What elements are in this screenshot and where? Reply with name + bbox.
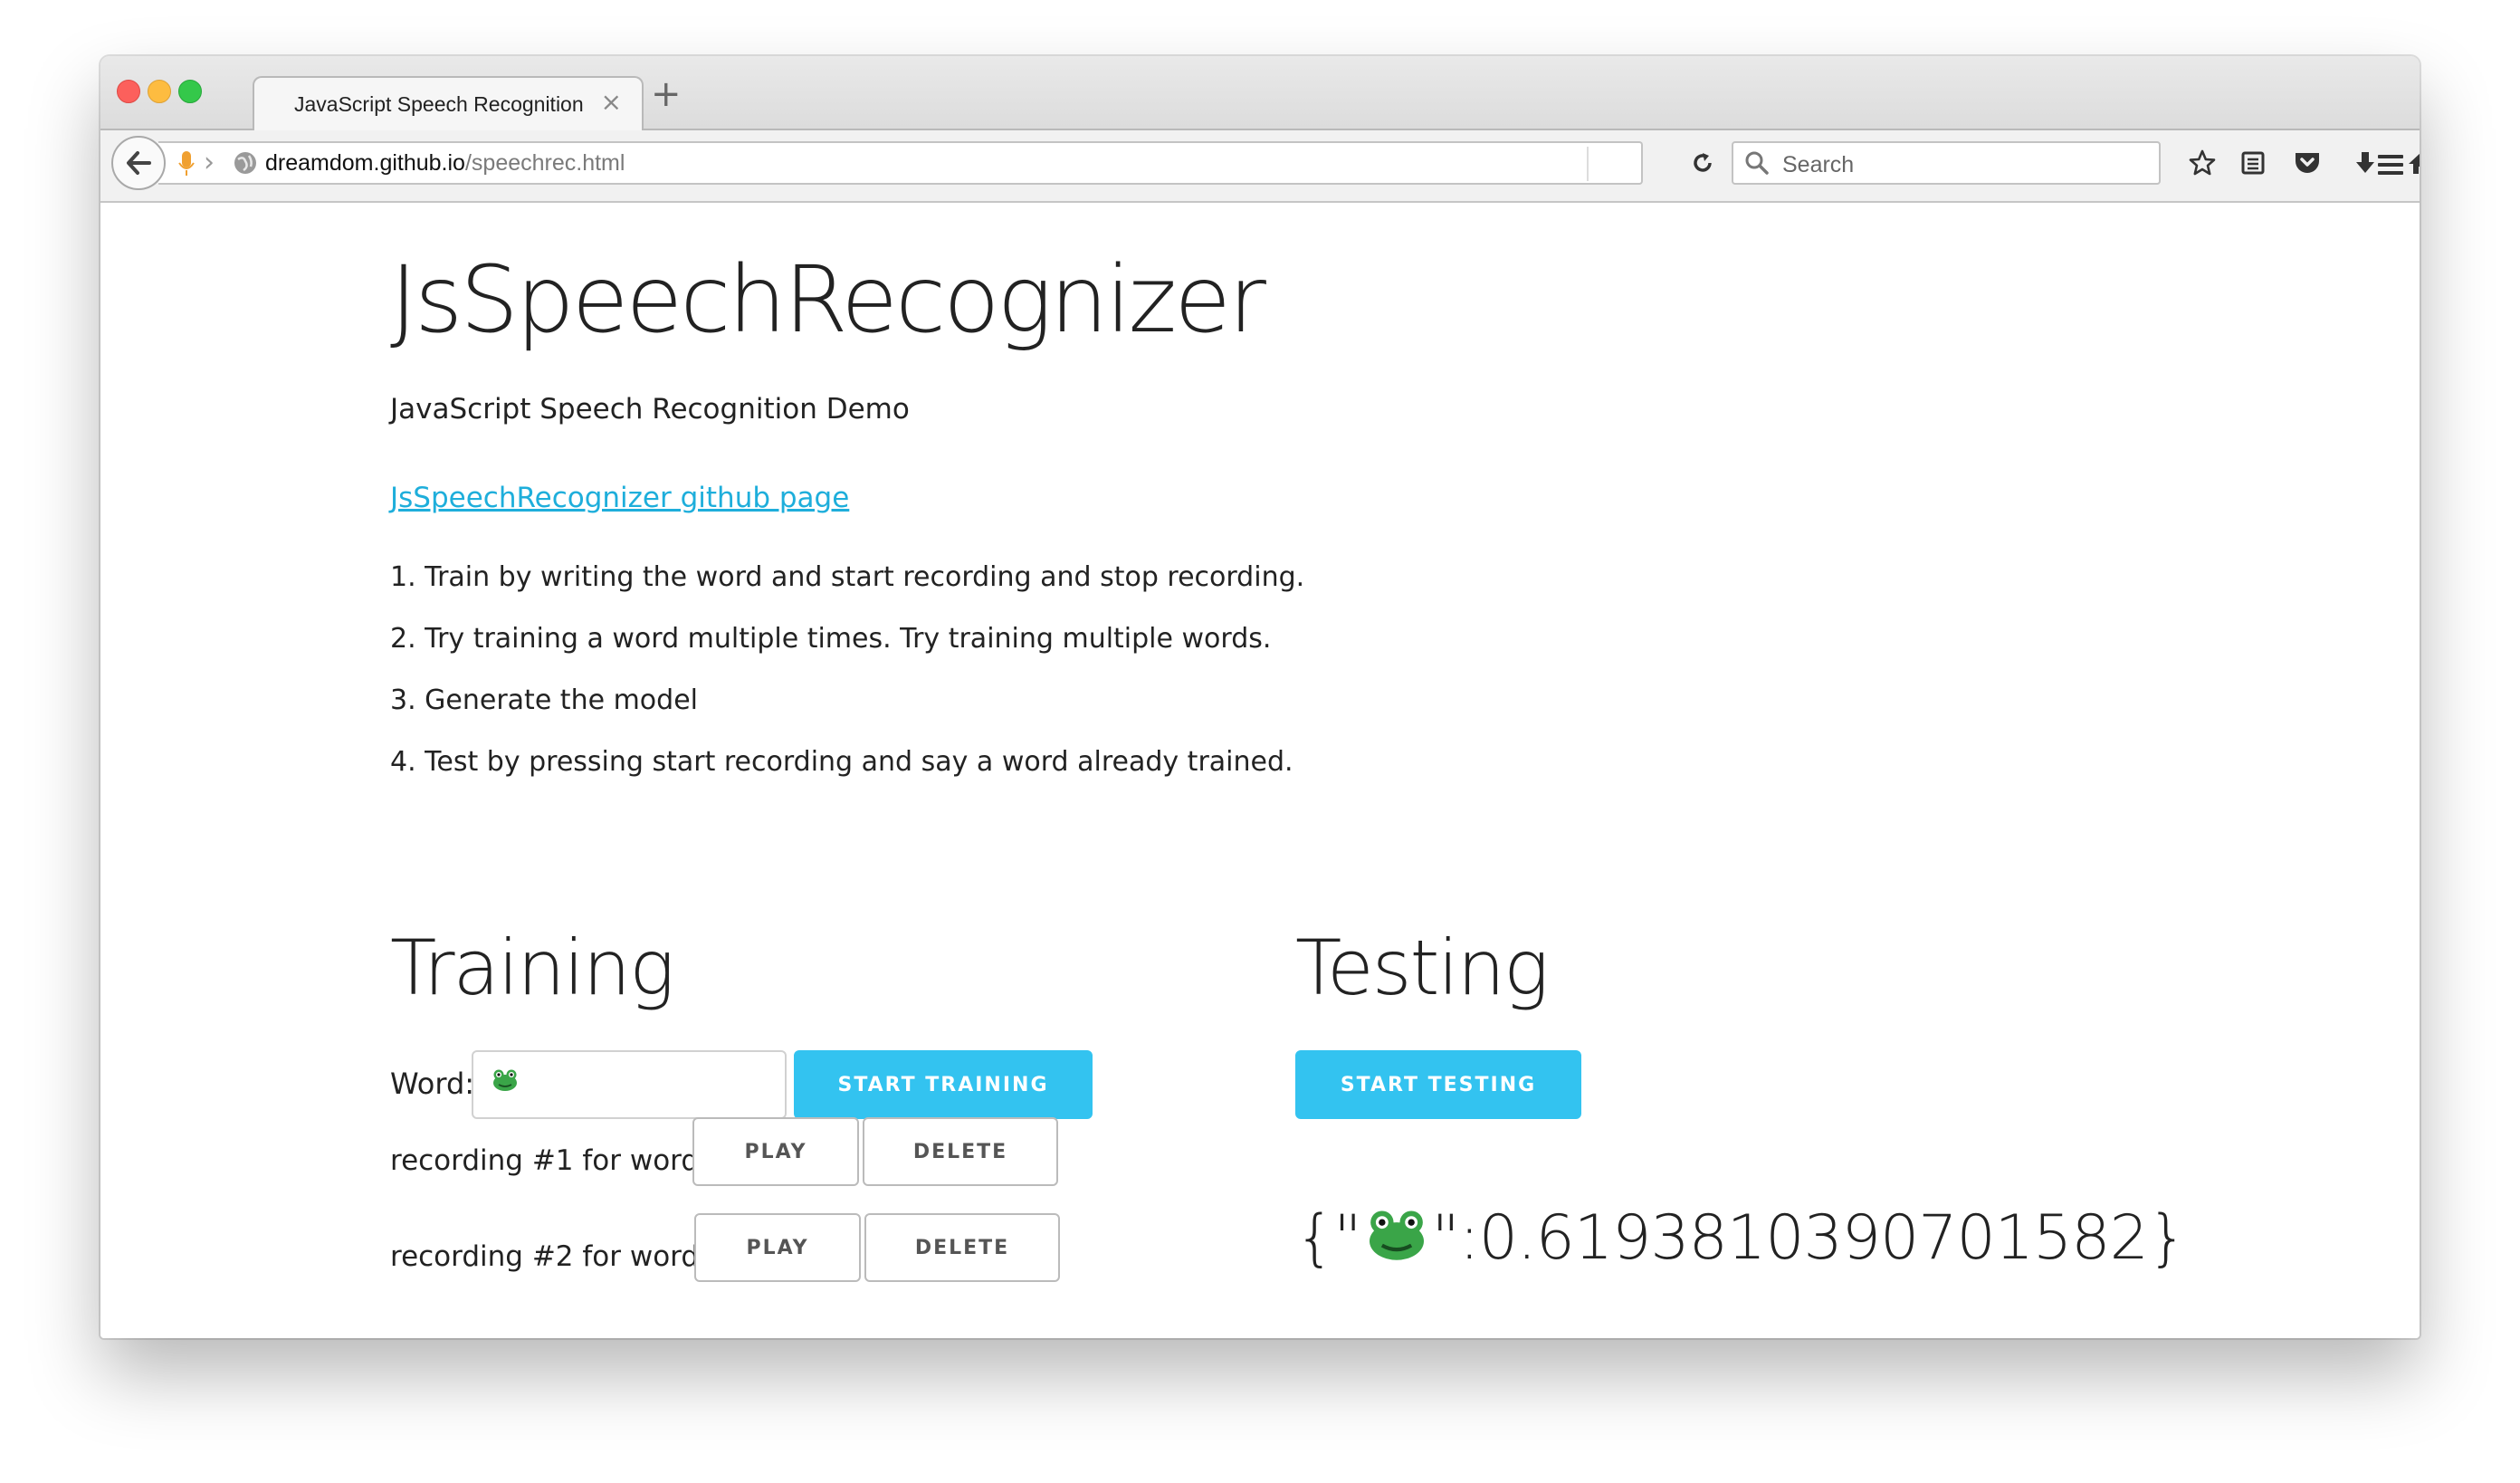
star-icon[interactable] [2184,145,2220,181]
training-heading: Training [390,923,675,1012]
tab-strip: JavaScript Speech Recognition × + [100,56,2420,132]
arrow-left-icon [127,151,151,175]
frog-icon [1365,1206,1428,1277]
globe-icon[interactable] [233,150,258,179]
new-tab-button[interactable]: + [651,76,682,112]
word-input[interactable] [472,1050,787,1119]
page-content: JsSpeechRecognizer JavaScript Speech Rec… [100,203,2420,1338]
page-title: JsSpeechRecognizer [390,246,1266,354]
close-window-button[interactable] [117,80,140,103]
browser-window: JavaScript Speech Recognition × + › drea… [100,56,2420,1338]
result-prefix: {" [1295,1202,1362,1274]
result-suffix: ":0.6193810390701582} [1431,1202,2188,1274]
recording-2-text: recording #2 for word [390,1240,700,1273]
url-path: /speechrec.html [464,150,625,176]
delete-recording-2-button[interactable]: DELETE [864,1213,1060,1282]
pocket-icon[interactable] [2289,145,2325,181]
test-result: {" ":0.6193810390701582} [1295,1202,2188,1277]
url-domain: dreamdom.github.io [265,150,465,176]
instruction-step-4: 4. Test by pressing start recording and … [390,746,1293,778]
github-link[interactable]: JsSpeechRecognizer github page [390,482,849,514]
instruction-step-2: 2. Try training a word multiple times. T… [390,623,1272,655]
word-label: Word: [390,1067,475,1101]
microphone-icon[interactable] [178,150,195,181]
search-icon [1744,150,1770,179]
search-input[interactable]: Search [1732,141,2161,185]
navigation-bar: › dreamdom.github.io/speechrec.html Sear… [100,130,2420,203]
reload-icon[interactable] [1685,145,1721,181]
recording-1-label: recording #1 for word [390,1144,733,1177]
recording-1-text: recording #1 for word [390,1144,700,1177]
tab-title: JavaScript Speech Recognition [294,92,584,116]
instruction-step-1: 1. Train by writing the word and start r… [390,561,1305,593]
page-subtitle: JavaScript Speech Recognition Demo [390,393,910,426]
back-button[interactable] [111,136,166,190]
url-divider [1587,147,1589,181]
zoom-window-button[interactable] [178,80,202,103]
tab-active[interactable]: JavaScript Speech Recognition × [253,76,644,132]
play-recording-1-button[interactable]: PLAY [692,1117,859,1186]
start-testing-button[interactable]: START TESTING [1295,1050,1581,1119]
menu-icon[interactable] [2372,147,2409,183]
frog-icon [492,1068,519,1096]
testing-heading: Testing [1295,923,1549,1012]
tab-close-icon[interactable]: × [601,87,622,117]
instruction-step-3: 3. Generate the model [390,684,698,716]
play-recording-2-button[interactable]: PLAY [694,1213,861,1282]
recording-2-label: recording #2 for word [390,1240,735,1273]
minimize-window-button[interactable] [148,80,171,103]
chevron-right-icon: › [204,147,215,178]
search-placeholder: Search [1782,152,1855,177]
reading-list-icon[interactable] [2235,145,2271,181]
start-training-button[interactable]: START TRAINING [794,1050,1093,1119]
delete-recording-1-button[interactable]: DELETE [863,1117,1058,1186]
url-bar[interactable]: › dreamdom.github.io/speechrec.html [158,141,1643,185]
url-text[interactable]: dreamdom.github.io/speechrec.html [265,150,625,177]
